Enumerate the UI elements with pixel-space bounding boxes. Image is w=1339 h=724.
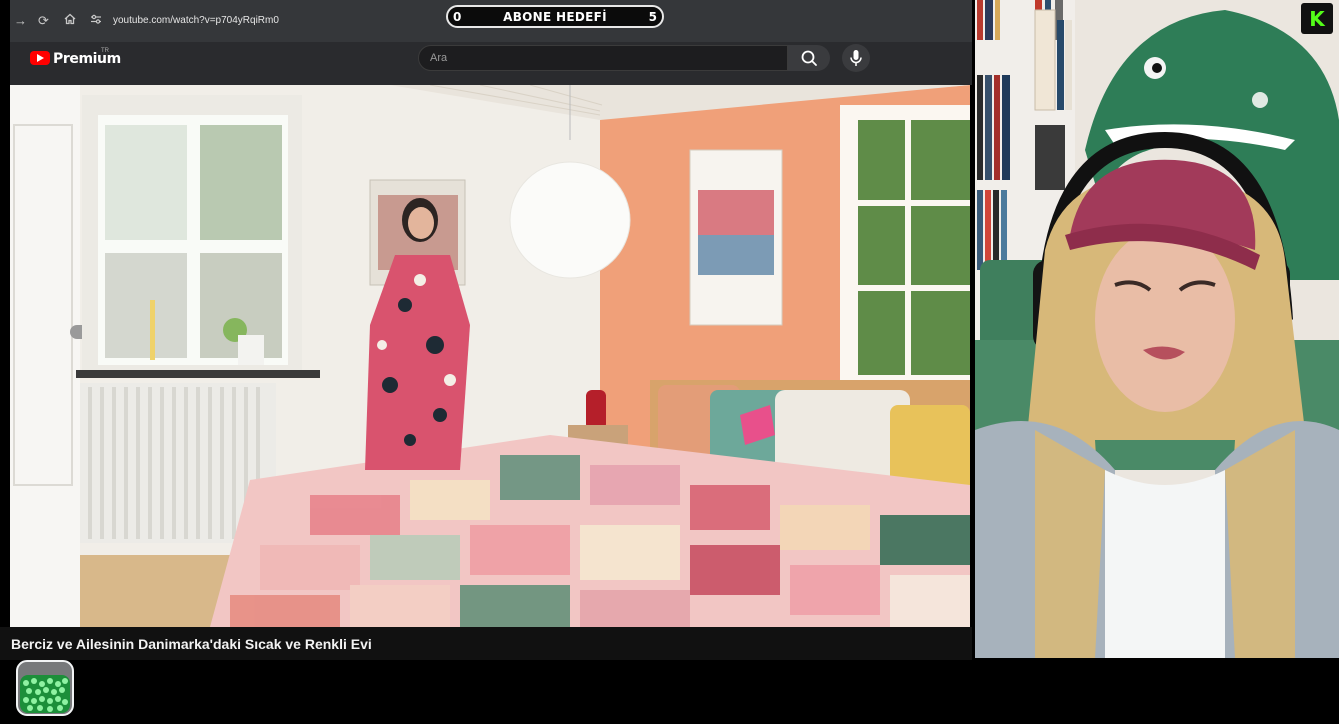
goal-title: ABONE HEDEFİ [503, 10, 607, 24]
search-input[interactable] [418, 45, 788, 71]
reload-icon[interactable]: ⟳ [38, 13, 49, 29]
search-button[interactable] [788, 45, 830, 71]
goal-target-count: 5 [648, 10, 657, 24]
youtube-header: Premium TR [10, 42, 972, 85]
video-title[interactable]: Berciz ve Ailesinin Danimarka'daki Sıcak… [11, 636, 372, 652]
video-player[interactable] [10, 85, 970, 627]
subscriber-goal-bar: 0 ABONE HEDEFİ 5 [446, 5, 664, 28]
arrow-right-icon[interactable]: → [14, 13, 27, 29]
address-bar-url[interactable]: youtube.com/watch?v=p704yRqiRm0 [113, 15, 279, 26]
home-icon[interactable] [64, 13, 76, 29]
donation-jar-icon [14, 659, 76, 719]
region-code: TR [101, 48, 109, 54]
site-info-icon[interactable] [90, 13, 108, 29]
kick-logo-icon: K [1301, 3, 1333, 34]
kick-logo-letter: K [1309, 7, 1325, 31]
video-frame-image [10, 85, 970, 627]
webcam-feed [975, 0, 1339, 658]
webcam-image [975, 0, 1339, 658]
youtube-premium-wordmark[interactable]: Premium [53, 51, 121, 67]
search-icon [801, 50, 817, 66]
youtube-logo-icon[interactable] [30, 51, 50, 65]
voice-search-button[interactable] [842, 44, 870, 72]
microphone-icon [850, 50, 862, 66]
